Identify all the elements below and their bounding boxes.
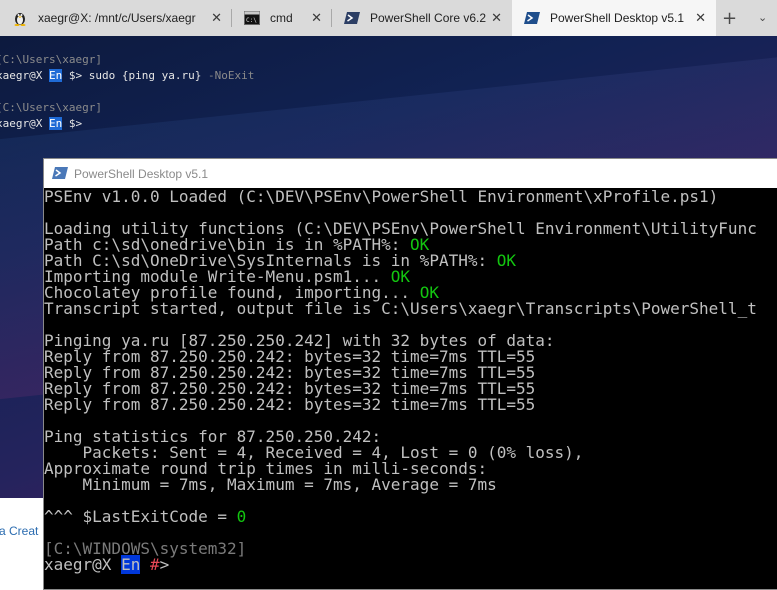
close-icon[interactable]: ✕ [491,11,502,26]
background-window-edge: a Creat [0,498,45,585]
tab-label: PowerShell Core v6.2 [370,11,487,25]
console-line: ^^^ $LastExitCode = 0 [44,507,247,526]
linux-tux-icon [12,10,28,26]
console-output[interactable]: PSEnv v1.0.0 Loaded (C:\DEV\PSEnv\PowerS… [44,188,777,589]
powershell-icon [524,10,540,26]
tab-pwsh-core[interactable]: PowerShell Core v6.2 ✕ [332,0,512,36]
tab-label: cmd [270,11,293,25]
close-icon[interactable]: ✕ [211,11,222,26]
background-link-text[interactable]: a Creat [0,524,38,538]
tab-label: xaegr@X: /mnt/c/Users/xaegr [38,11,196,25]
tab-cmd[interactable]: C:\ cmd ✕ [232,0,332,36]
console-prompt[interactable]: xaegr@X En #> [44,555,169,574]
tab-pwsh-desktop[interactable]: PowerShell Desktop v5.1 ✕ [512,0,716,36]
new-tab-button[interactable]: + [722,8,737,29]
tab-label: PowerShell Desktop v5.1 [550,11,685,25]
powershell-icon [344,10,360,26]
close-icon[interactable]: ✕ [311,11,322,26]
console-line: Reply from 87.250.250.242: bytes=32 time… [44,395,536,414]
bg-path-line: [C:\Users\xaegr] [0,53,102,66]
console-line: Minimum = 7ms, Maximum = 7ms, Average = … [44,475,497,494]
svg-text:C:\: C:\ [246,17,257,24]
tab-wsl[interactable]: xaegr@X: /mnt/c/Users/xaegr ✕ [0,0,232,36]
console-line: PSEnv v1.0.0 Loaded (C:\DEV\PSEnv\PowerS… [44,188,719,206]
close-icon[interactable]: ✕ [695,11,706,26]
window-title: PowerShell Desktop v5.1 [74,166,209,181]
window-title-bar[interactable]: PowerShell Desktop v5.1 [44,159,777,188]
bg-command-line: xaegr@X En $> sudo {ping ya.ru} -NoExit [0,69,255,82]
tab-bar: xaegr@X: /mnt/c/Users/xaegr ✕ C:\ cmd ✕ … [0,0,777,36]
bg-prompt-line: xaegr@X En $> [0,117,83,130]
chevron-down-icon[interactable]: ⌄ [758,11,767,24]
bg-path-line: [C:\Users\xaegr] [0,101,102,114]
powershell-icon [52,166,68,182]
powershell-console-window[interactable]: PowerShell Desktop v5.1 PSEnv v1.0.0 Loa… [43,158,777,590]
console-line: Transcript started, output file is C:\Us… [44,299,757,318]
cmd-icon: C:\ [244,10,260,26]
